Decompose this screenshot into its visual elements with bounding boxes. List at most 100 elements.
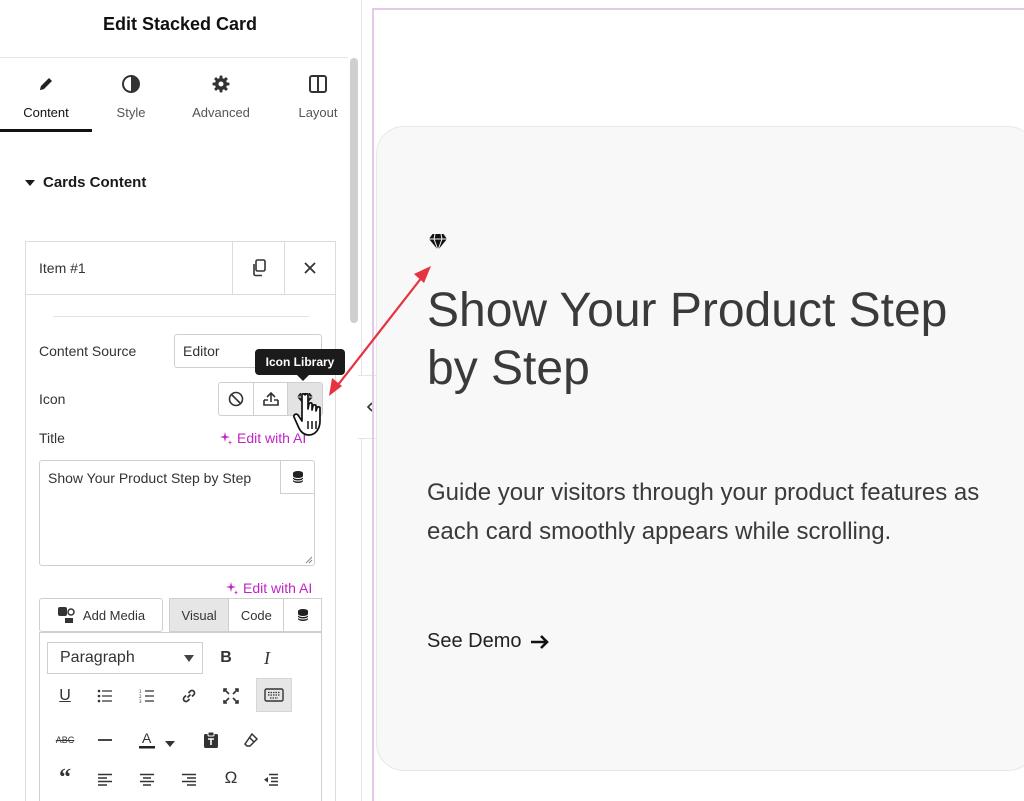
underline-icon: U — [59, 687, 71, 704]
editor-screen: Edit Stacked Card Content Style Advanced… — [0, 0, 1024, 801]
section-toggle-cards-content[interactable]: Cards Content — [25, 174, 146, 191]
bullet-list-button[interactable] — [90, 681, 120, 711]
rich-text-editor: Paragraph B I U 123 ABC A “ Ω — [39, 632, 322, 801]
horizontal-line-icon — [98, 739, 112, 741]
caret-down-icon — [25, 179, 35, 186]
italic-icon: I — [264, 647, 270, 668]
columns-icon — [280, 74, 356, 94]
content-source-value: Editor — [183, 343, 220, 359]
divider — [53, 316, 309, 317]
edit-with-ai-title-link[interactable]: Edit with AI — [219, 430, 306, 446]
add-media-label: Add Media — [82, 607, 146, 623]
resize-handle-icon[interactable] — [305, 556, 313, 564]
icon-library-tooltip: Icon Library — [255, 349, 345, 381]
close-icon — [304, 262, 316, 274]
content-source-label: Content Source — [39, 343, 137, 359]
format-select[interactable]: Paragraph — [47, 642, 203, 674]
text-color-button[interactable]: A — [132, 725, 162, 755]
blockquote-button[interactable]: “ — [50, 763, 80, 793]
horizontal-line-button[interactable] — [90, 725, 120, 755]
paste-text-button[interactable] — [196, 725, 226, 755]
title-textarea-value: Show Your Product Step by Step — [48, 470, 252, 486]
see-demo-link[interactable]: See Demo — [427, 630, 550, 653]
icon-picker — [218, 382, 323, 416]
bold-icon: B — [220, 649, 232, 666]
no-icon-button[interactable] — [219, 383, 254, 415]
edit-with-ai-label: Edit with AI — [243, 580, 313, 596]
tab-label: Content — [23, 105, 69, 120]
edit-panel: Edit Stacked Card Content Style Advanced… — [0, 0, 362, 801]
edit-with-ai-label: Edit with AI — [237, 430, 307, 446]
caret-down-icon — [165, 741, 175, 747]
text-color-dropdown[interactable] — [162, 729, 178, 759]
stacked-card[interactable] — [376, 126, 1024, 771]
align-right-button[interactable] — [174, 765, 204, 795]
quote-icon: “ — [59, 764, 71, 791]
tab-advanced[interactable]: Advanced — [176, 58, 266, 132]
repeater-item-header[interactable]: Item #1 — [26, 242, 335, 295]
database-icon — [292, 470, 304, 483]
gear-icon — [176, 74, 266, 94]
editor-mode-tabs: Visual Code — [169, 598, 322, 632]
contrast-icon — [92, 74, 170, 94]
keyboard-icon — [264, 688, 284, 702]
numbered-list-icon: 123 — [139, 689, 154, 703]
tab-content[interactable]: Content — [0, 58, 92, 132]
clear-formatting-button[interactable] — [236, 725, 266, 755]
tab-layout[interactable]: Layout — [280, 58, 356, 132]
title-label: Title — [39, 430, 65, 446]
link-button[interactable] — [174, 681, 204, 711]
eraser-icon — [244, 732, 259, 747]
section-title: Cards Content — [43, 174, 147, 191]
bullet-list-icon — [97, 689, 112, 703]
upload-svg-button[interactable] — [254, 383, 289, 415]
ban-icon — [228, 391, 244, 407]
align-right-icon — [182, 773, 196, 786]
fullscreen-button[interactable] — [216, 681, 246, 711]
dynamic-tags-button[interactable] — [280, 460, 315, 494]
chevron-down-icon — [184, 655, 194, 662]
edit-with-ai-description-link[interactable]: Edit with AI — [225, 580, 312, 596]
upload-icon — [262, 391, 279, 406]
remove-item-button[interactable] — [284, 242, 335, 294]
bold-button[interactable]: B — [211, 643, 241, 673]
outdent-button[interactable] — [256, 765, 286, 795]
icon-library-button[interactable] — [288, 383, 322, 415]
tab-label: Layout — [298, 105, 338, 120]
underline-button[interactable]: U — [50, 681, 80, 711]
special-character-button[interactable]: Ω — [216, 763, 246, 793]
strikethrough-button[interactable]: ABC — [50, 725, 80, 755]
diamond-icon — [297, 392, 314, 407]
copy-icon — [252, 259, 266, 277]
card-description: Guide your visitors through your product… — [427, 479, 980, 545]
tab-code[interactable]: Code — [229, 599, 285, 631]
diamond-icon — [429, 233, 447, 251]
format-value: Paragraph — [60, 649, 135, 666]
pencil-icon — [0, 74, 92, 94]
panel-title: Edit Stacked Card — [102, 14, 258, 34]
numbered-list-button[interactable]: 123 — [132, 681, 162, 711]
add-media-button[interactable]: Add Media — [39, 598, 163, 632]
card-title: Show Your Product Step by Step — [427, 284, 948, 395]
italic-button[interactable]: I — [252, 643, 282, 673]
arrow-right-icon — [530, 634, 549, 649]
align-left-button[interactable] — [90, 765, 120, 795]
omega-icon: Ω — [224, 768, 238, 787]
sparkle-icon — [220, 432, 232, 445]
item-title: Item #1 — [39, 260, 86, 276]
toolbar-toggle-button[interactable] — [256, 678, 292, 712]
repeater-item: Item #1 Content Source Editor Icon Title… — [25, 241, 336, 801]
title-textarea[interactable]: Show Your Product Step by Step — [39, 460, 315, 566]
link-icon — [182, 689, 196, 703]
icon-label: Icon — [39, 391, 66, 407]
dynamic-tags-button[interactable] — [284, 599, 321, 631]
align-center-icon — [140, 773, 154, 786]
strikethrough-icon: ABC — [55, 735, 75, 745]
database-icon — [297, 609, 309, 621]
svg-text:A: A — [142, 730, 152, 746]
duplicate-item-button[interactable] — [232, 242, 284, 294]
align-center-button[interactable] — [132, 765, 162, 795]
align-left-icon — [98, 773, 112, 786]
tab-style[interactable]: Style — [92, 58, 170, 132]
tab-visual[interactable]: Visual — [170, 599, 230, 631]
